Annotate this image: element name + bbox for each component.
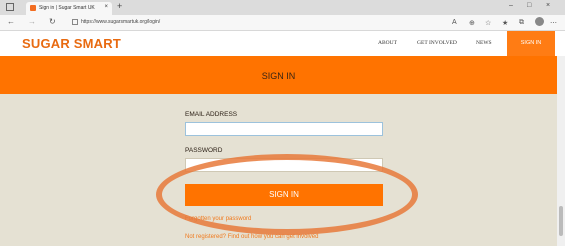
browser-tab-bar: Sign in | Sugar Smart UK × + – □ × [0, 0, 565, 15]
tab-close-icon[interactable]: × [104, 4, 108, 10]
new-tab-button[interactable]: + [117, 1, 122, 11]
profile-avatar[interactable] [535, 17, 544, 26]
scrollbar-thumb[interactable] [559, 206, 563, 236]
email-field[interactable] [185, 122, 383, 136]
favorite-star-icon[interactable]: ☆ [485, 19, 491, 27]
nav-news[interactable]: NEWS [476, 40, 492, 46]
window-close-icon[interactable]: × [546, 2, 550, 9]
forward-icon[interactable]: → [28, 17, 36, 26]
url-field[interactable]: https://www.sugarsmartuk.org/login/ [72, 17, 444, 28]
tab-actions-icon[interactable] [6, 3, 14, 11]
read-aloud-icon[interactable]: A [452, 19, 457, 26]
address-bar: ← → ↻ https://www.sugarsmartuk.org/login… [0, 15, 565, 31]
collections-icon[interactable]: ⧉ [519, 19, 524, 27]
maximize-icon[interactable]: □ [527, 2, 531, 9]
site-header: SUGAR SMART ABOUT GET INVOLVED NEWS SIGN… [0, 31, 565, 56]
page-title: SIGN IN [261, 71, 296, 81]
nav-get-involved[interactable]: GET INVOLVED [417, 40, 457, 46]
refresh-icon[interactable]: ↻ [49, 17, 56, 26]
extensions-icon[interactable]: ⊕ [469, 19, 475, 27]
nav-about[interactable]: ABOUT [378, 40, 397, 46]
favorites-icon[interactable]: ★ [502, 19, 508, 27]
url-text: https://www.sugarsmartuk.org/login/ [81, 19, 161, 25]
email-label: EMAIL ADDRESS [185, 111, 238, 118]
minimize-icon[interactable]: – [509, 2, 513, 9]
sign-in-banner: SIGN IN [0, 56, 557, 94]
more-menu-icon[interactable]: ⋯ [550, 19, 557, 27]
nav-sign-in[interactable]: SIGN IN [507, 31, 555, 56]
back-icon[interactable]: ← [7, 17, 15, 26]
register-link[interactable]: Not registered? Find out how you can get… [185, 234, 318, 240]
highlight-ellipse [156, 154, 418, 235]
vertical-scrollbar[interactable] [557, 56, 565, 246]
tab-title: Sign in | Sugar Smart UK [39, 5, 95, 11]
site-favicon-icon [30, 5, 36, 11]
browser-tab[interactable]: Sign in | Sugar Smart UK × [26, 2, 112, 15]
site-logo[interactable]: SUGAR SMART [22, 36, 121, 51]
lock-icon [72, 18, 78, 25]
password-label: PASSWORD [185, 147, 223, 154]
